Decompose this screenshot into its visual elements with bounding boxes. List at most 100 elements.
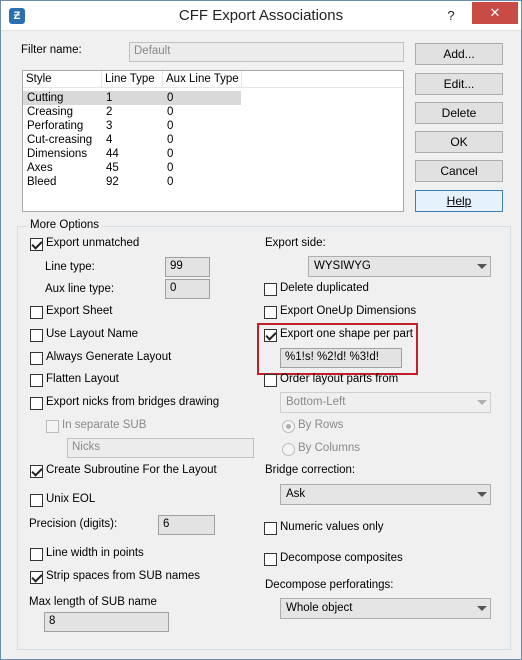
flatten-layout-label[interactable]: Flatten Layout (46, 373, 119, 385)
always-generate-layout-label[interactable]: Always Generate Layout (46, 351, 171, 363)
order-layout-label[interactable]: Order layout parts from (280, 373, 398, 385)
decompose-perforatings-combo[interactable]: Whole object (280, 598, 491, 619)
unix-eol-checkbox[interactable] (30, 494, 43, 507)
list-row[interactable]: Bleed 92 0 (23, 175, 403, 189)
bridge-correction-value: Ask (286, 488, 306, 500)
list-cell-line-type: 92 (106, 176, 119, 188)
export-one-shape-checkbox[interactable] (264, 329, 277, 342)
list-row[interactable]: Dimensions 44 0 (23, 147, 403, 161)
decompose-perforatings-value: Whole object (286, 602, 353, 614)
filter-name-field[interactable]: Default (129, 42, 404, 62)
always-generate-layout-checkbox[interactable] (30, 352, 43, 365)
chevron-down-icon[interactable] (473, 485, 490, 504)
more-options-title: More Options (27, 219, 103, 231)
list-cell-style: Perforating (27, 120, 84, 132)
export-one-shape-label[interactable]: Export one shape per part (280, 328, 413, 340)
list-cell-aux: 0 (167, 120, 174, 132)
unix-eol-label[interactable]: Unix EOL (46, 493, 95, 505)
export-oneup-label[interactable]: Export OneUp Dimensions (280, 305, 416, 317)
aux-line-type-label: Aux line type: (45, 283, 115, 295)
use-layout-name-label[interactable]: Use Layout Name (46, 328, 138, 340)
list-row[interactable]: Axes 45 0 (23, 161, 403, 175)
chevron-down-icon[interactable] (473, 599, 490, 618)
list-cell-aux: 0 (167, 162, 174, 174)
bridge-correction-combo[interactable]: Ask (280, 484, 491, 505)
line-width-points-label[interactable]: Line width in points (46, 547, 144, 559)
export-side-value: WYSIWYG (314, 260, 371, 272)
numeric-only-label[interactable]: Numeric values only (280, 521, 384, 533)
dialog-window: Ƶ CFF Export Associations ? ✕ Filter nam… (0, 0, 522, 660)
decompose-perforatings-label: Decompose perforatings: (265, 579, 394, 591)
create-subroutine-checkbox[interactable] (30, 465, 43, 478)
edit-button[interactable]: Edit... (415, 73, 503, 95)
help-icon[interactable]: ? (441, 6, 461, 26)
in-separate-sub-label[interactable]: In separate SUB (62, 419, 146, 431)
delete-duplicated-label[interactable]: Delete duplicated (280, 282, 369, 294)
order-layout-checkbox[interactable] (264, 374, 277, 387)
export-unmatched-checkbox[interactable] (30, 238, 43, 251)
list-row[interactable]: Cutting 1 0 (23, 91, 241, 105)
by-rows-label[interactable]: By Rows (298, 419, 343, 431)
by-rows-radio[interactable] (282, 420, 295, 433)
delete-duplicated-checkbox[interactable] (264, 283, 277, 296)
bridge-correction-label: Bridge correction: (265, 464, 356, 476)
use-layout-name-checkbox[interactable] (30, 329, 43, 342)
list-row[interactable]: Perforating 3 0 (23, 119, 403, 133)
list-cell-aux: 0 (167, 106, 174, 118)
decompose-composites-checkbox[interactable] (264, 553, 277, 566)
decompose-composites-label[interactable]: Decompose composites (280, 552, 403, 564)
title-bar[interactable]: Ƶ CFF Export Associations ? ✕ (1, 1, 521, 31)
export-sheet-label[interactable]: Export Sheet (46, 305, 112, 317)
association-list[interactable]: Style Line Type Aux Line Type Cutting 1 0 C… (22, 70, 404, 212)
list-cell-aux: 0 (167, 148, 174, 160)
list-cell-style: Creasing (27, 106, 74, 118)
list-cell-style: Cut-creasing (27, 134, 93, 146)
export-unmatched-label[interactable]: Export unmatched (46, 237, 139, 249)
precision-label: Precision (digits): (29, 518, 118, 530)
delete-button[interactable]: Delete (415, 102, 503, 124)
chevron-down-icon[interactable] (473, 257, 490, 276)
list-row[interactable]: Creasing 2 0 (23, 105, 403, 119)
line-type-field[interactable]: 99 (165, 257, 210, 277)
help-button[interactable]: Help (415, 190, 503, 212)
column-header-aux-line-type[interactable]: Aux Line Type (163, 71, 242, 88)
shape-pattern-field[interactable]: %1!s! %2!d! %3!d! (280, 348, 402, 368)
export-oneup-checkbox[interactable] (264, 306, 277, 319)
column-header-style[interactable]: Style (23, 71, 102, 88)
add-button[interactable]: Add... (415, 43, 503, 65)
filter-name-label: Filter name: (21, 44, 82, 56)
nicks-field[interactable]: Nicks (67, 438, 254, 458)
close-button[interactable]: ✕ (472, 2, 518, 24)
list-cell-aux: 0 (167, 92, 174, 104)
max-sub-name-field[interactable]: 8 (44, 612, 169, 632)
list-cell-line-type: 44 (106, 148, 119, 160)
help-button-label: Help (446, 194, 472, 208)
strip-spaces-label[interactable]: Strip spaces from SUB names (46, 570, 200, 582)
create-subroutine-label[interactable]: Create Subroutine For the Layout (46, 464, 217, 476)
strip-spaces-checkbox[interactable] (30, 571, 43, 584)
line-width-points-checkbox[interactable] (30, 548, 43, 561)
in-separate-sub-checkbox[interactable] (46, 420, 59, 433)
list-row[interactable]: Cut-creasing 4 0 (23, 133, 403, 147)
column-header-line-type[interactable]: Line Type (102, 71, 163, 88)
ok-button[interactable]: OK (415, 131, 503, 153)
list-cell-style: Dimensions (27, 148, 88, 160)
export-nicks-checkbox[interactable] (30, 397, 43, 410)
list-cell-style: Cutting (27, 92, 64, 104)
export-nicks-label[interactable]: Export nicks from bridges drawing (46, 396, 219, 408)
chevron-down-icon[interactable] (473, 393, 490, 412)
by-columns-radio[interactable] (282, 443, 295, 456)
cancel-button[interactable]: Cancel (415, 160, 503, 182)
flatten-layout-checkbox[interactable] (30, 374, 43, 387)
aux-line-type-field[interactable]: 0 (165, 279, 210, 299)
line-type-label: Line type: (45, 261, 95, 273)
numeric-only-checkbox[interactable] (264, 522, 277, 535)
list-cell-line-type: 2 (106, 106, 113, 118)
precision-field[interactable]: 6 (158, 515, 215, 535)
export-side-combo[interactable]: WYSIWYG (308, 256, 491, 277)
list-cell-aux: 0 (167, 134, 174, 146)
order-layout-combo[interactable]: Bottom-Left (280, 392, 491, 413)
list-cell-aux: 0 (167, 176, 174, 188)
export-sheet-checkbox[interactable] (30, 306, 43, 319)
by-columns-label[interactable]: By Columns (298, 442, 360, 454)
